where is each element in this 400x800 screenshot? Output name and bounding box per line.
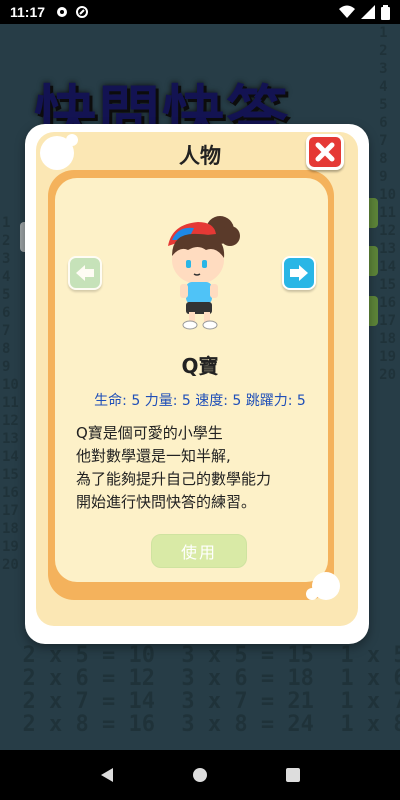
close-button[interactable] [306, 134, 344, 170]
arrow-left-icon [76, 265, 94, 281]
description-line: Q寶是個可愛的小學生 [76, 424, 223, 442]
wifi-icon [339, 5, 355, 18]
home-icon[interactable] [192, 767, 208, 783]
recents-icon[interactable] [285, 767, 301, 783]
description-line: 他對數學還是一知半解, [76, 447, 231, 465]
description-line: 為了能夠提升自己的數學能力 [76, 470, 272, 488]
character-avatar [168, 216, 240, 330]
battery-icon [381, 4, 390, 20]
status-bar: 11:17 [0, 0, 400, 24]
arrow-right-icon [290, 265, 308, 281]
signal-icon [361, 5, 375, 19]
back-icon[interactable] [99, 767, 115, 783]
previous-character-button[interactable] [68, 256, 102, 290]
settings-icon [57, 7, 68, 17]
close-icon [315, 142, 335, 162]
use-button[interactable]: 使用 [151, 534, 247, 568]
character-stats: 生命: 5 力量: 5 速度: 5 跳躍力: 5 [94, 393, 306, 409]
navigation-bar [0, 750, 400, 800]
next-character-button[interactable] [282, 256, 316, 290]
data-saver-icon [76, 6, 89, 18]
character-name: Q寶 [181, 354, 219, 378]
status-time: 11:17 [10, 4, 46, 20]
character-description: Q寶是個可愛的小學生 他對數學還是一知半解, 為了能夠提升自己的數學能力 開始進… [76, 422, 326, 514]
decor-bubble [306, 588, 318, 600]
description-line: 開始進行快問快答的練習。 [76, 493, 257, 511]
